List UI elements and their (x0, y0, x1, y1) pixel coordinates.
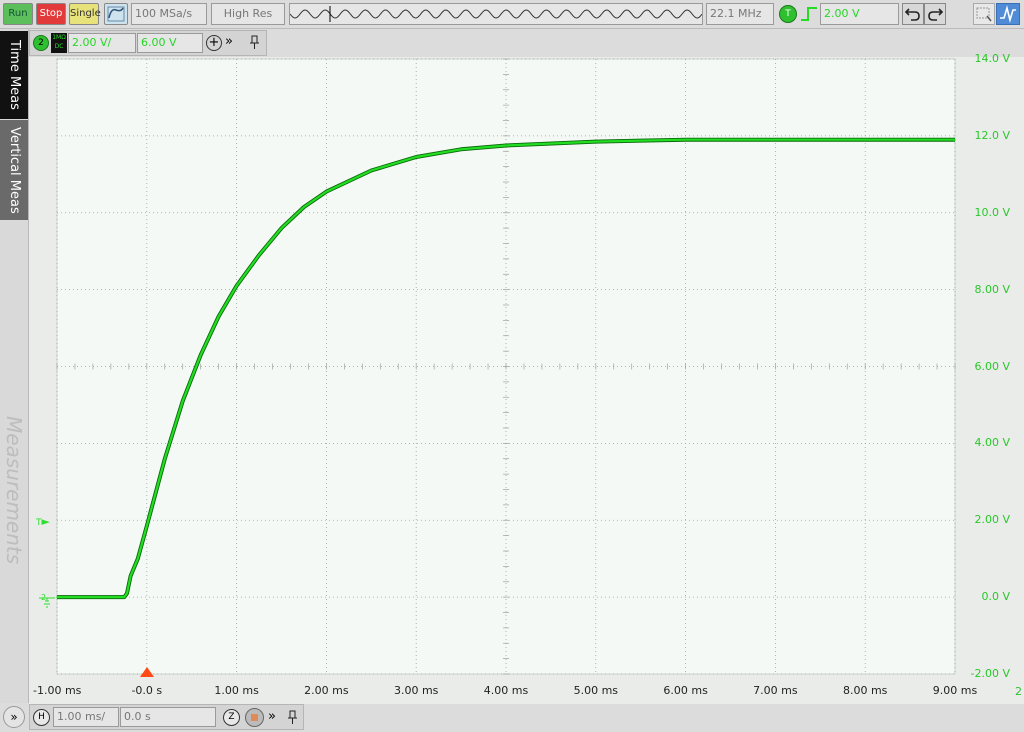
waveform-point (595, 140, 597, 143)
trigger-level-marker[interactable]: T► (36, 515, 56, 529)
waveform-point (146, 525, 148, 527)
waveform-point (217, 315, 220, 318)
x-tick-label: -1.00 ms (33, 684, 82, 697)
y-tick-label: -2.00 V (970, 667, 1010, 680)
waveform-point (505, 144, 507, 147)
x-tick-label: 4.00 ms (483, 684, 529, 697)
waveform-point (864, 138, 866, 141)
waveform-point (181, 400, 184, 402)
waveform-point (415, 156, 418, 158)
waveform-point (954, 138, 956, 141)
waveform-point (123, 596, 126, 598)
x-tick-label: 6.00 ms (663, 684, 708, 697)
x-tick-label: 9.00 ms (932, 684, 978, 697)
waveform-point (235, 284, 238, 287)
channel-ground-marker[interactable]: 2 (37, 592, 57, 614)
y-tick-label: 12.0 V (974, 128, 1010, 142)
x-tick-label: -0.0 s (131, 684, 163, 697)
zoom-badge[interactable]: Z (223, 709, 240, 726)
waveform-point (460, 148, 462, 151)
x-tick-label: 8.00 ms (842, 684, 888, 697)
trigger-position-marker[interactable] (140, 667, 154, 677)
corner-channel-label: 2 (1015, 685, 1022, 698)
waveform-point (129, 575, 132, 577)
channel-marker-label: 2 (41, 593, 47, 602)
x-tick-label: 3.00 ms (393, 684, 439, 697)
waveform-point (303, 206, 305, 208)
y-tick-label: 8.00 V (974, 282, 1010, 296)
waveform-point (280, 227, 283, 229)
x-tick-label: 5.00 ms (573, 684, 619, 697)
waveform-point (199, 354, 202, 356)
stop-record-icon[interactable] (245, 708, 264, 727)
timebase-field[interactable]: 1.00 ms/ (53, 707, 119, 727)
y-tick-label: 2.00 V (974, 513, 1010, 527)
x-tick-label: 1.00 ms (214, 684, 259, 697)
collapse-panel-icon[interactable]: » (3, 706, 25, 728)
waveform-point (684, 138, 687, 141)
delay-field[interactable]: 0.0 s (120, 707, 216, 727)
waveform-point (258, 254, 260, 256)
waveform-chart[interactable] (0, 0, 1024, 732)
y-tick-label: 14.0 V (974, 52, 1010, 65)
waveform-point (163, 457, 166, 460)
waveform-point (126, 592, 128, 595)
y-tick-label: 4.00 V (974, 436, 1010, 450)
waveform-point (101, 596, 103, 598)
horizontal-badge[interactable]: H (33, 709, 50, 726)
y-tick-label: 6.00 V (974, 359, 1010, 373)
x-tick-label: 7.00 ms (753, 684, 798, 697)
pin-icon[interactable] (287, 709, 299, 725)
waveform-point (325, 190, 328, 193)
expand-chevrons-icon[interactable]: » (268, 707, 282, 727)
waveform-point (370, 169, 373, 172)
y-tick-label: 10.0 V (974, 205, 1010, 219)
x-tick-label: 2.00 ms (304, 684, 349, 697)
y-tick-label: 0.0 V (981, 590, 1010, 604)
waveform-point (774, 138, 777, 141)
waveform-point (137, 557, 139, 560)
